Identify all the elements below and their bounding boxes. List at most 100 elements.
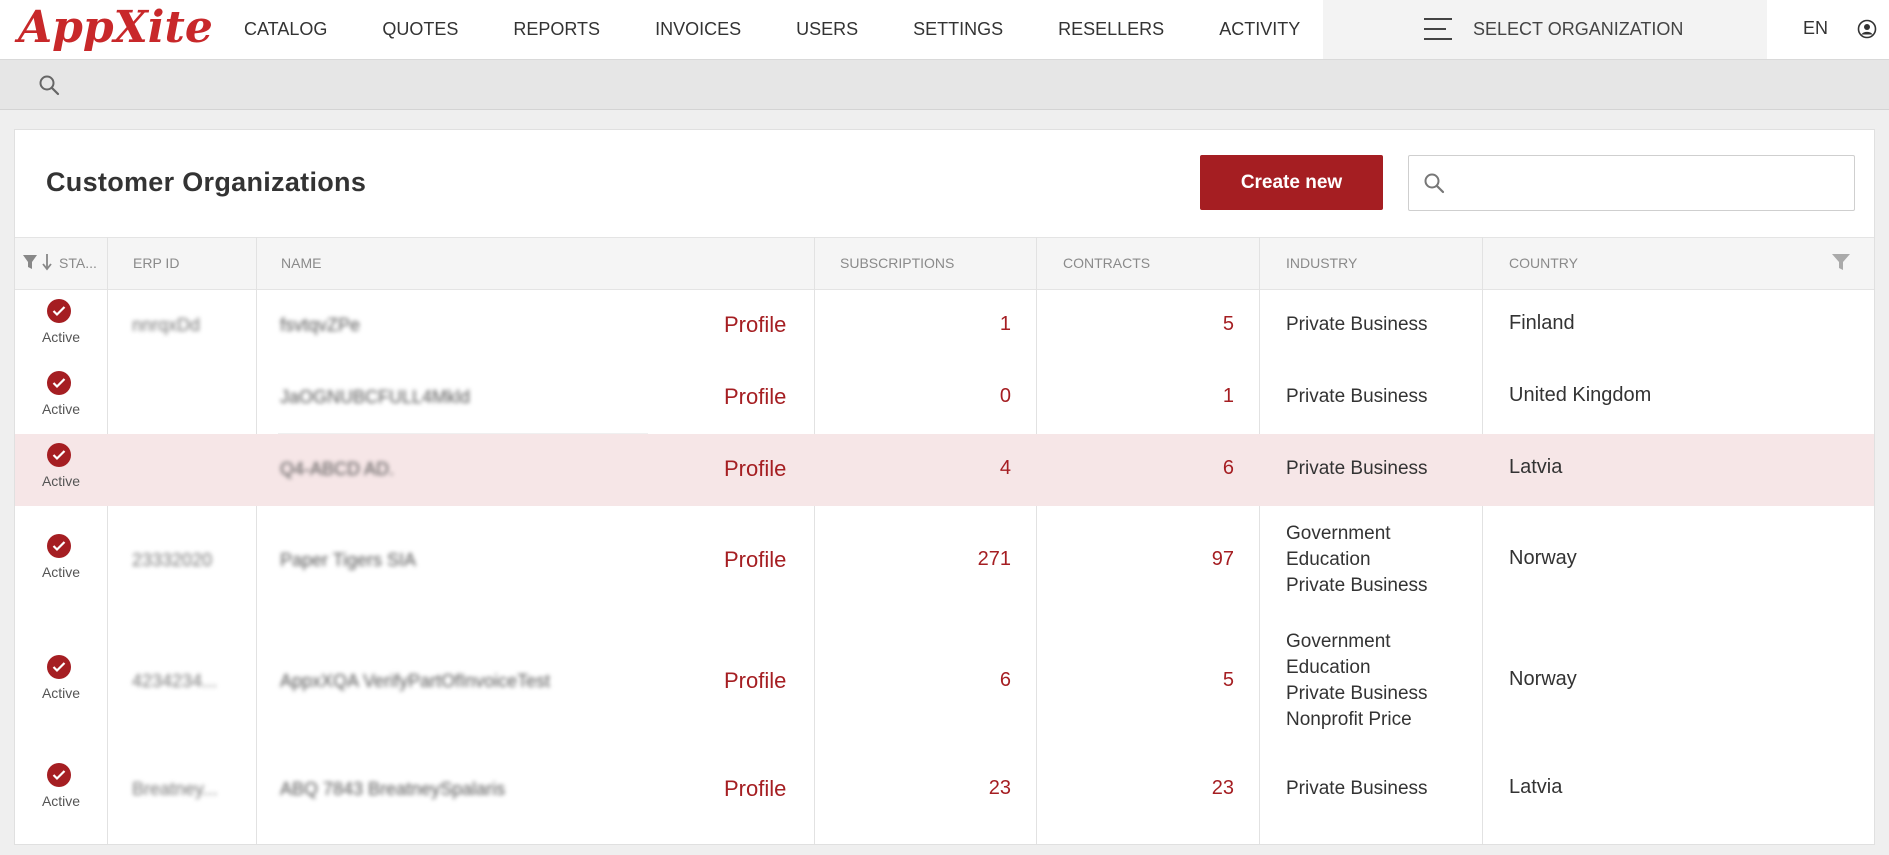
subscriptions-count-link[interactable]: 23 — [835, 777, 1011, 800]
organization-search-input[interactable] — [1457, 164, 1847, 202]
status-label: Active — [41, 685, 81, 701]
subscriptions-count-link[interactable]: 271 — [835, 548, 1011, 571]
table-row[interactable]: Active Breatney... ABQ 7843 BreatneySpal… — [15, 748, 1874, 820]
status-label: Active — [41, 401, 81, 417]
industry-cell: Government Education Private Business — [1286, 521, 1428, 599]
table-row[interactable]: Active 4234234... AppxXQA VerifyPartOfIn… — [15, 616, 1874, 748]
industry-value: Nonprofit Price — [1286, 709, 1412, 730]
status-label: Active — [41, 793, 81, 809]
status-active-icon — [47, 763, 71, 787]
industry-value: Government — [1286, 523, 1391, 544]
industry-value: Private Business — [1286, 683, 1428, 704]
status-active-icon — [47, 534, 71, 558]
industry-value: Education — [1286, 549, 1371, 570]
status-active-icon — [47, 371, 71, 395]
nav-item-activity[interactable]: ACTIVITY — [1219, 19, 1300, 40]
industry-value: Private Business — [1286, 386, 1428, 407]
country-cell: Latvia — [1509, 456, 1563, 478]
column-header-contracts[interactable]: CONTRACTS — [1063, 255, 1150, 271]
table-row[interactable]: Active 23332020 Paper Tigers SIA Profile… — [15, 506, 1874, 616]
filter-sort-icon[interactable] — [21, 251, 57, 273]
status-label: Active — [41, 329, 81, 345]
erp-id-cell: nnrqxDd — [132, 315, 201, 335]
industry-cell: Private Business — [1286, 384, 1428, 410]
column-header-erp-id[interactable]: ERP ID — [133, 255, 179, 271]
profile-link[interactable]: Profile — [724, 384, 786, 410]
profile-link[interactable]: Profile — [724, 312, 786, 338]
profile-link[interactable]: Profile — [724, 547, 786, 573]
column-header-country[interactable]: COUNTRY — [1509, 255, 1578, 271]
industry-value: Government — [1286, 631, 1391, 652]
select-organization-button[interactable]: SELECT ORGANIZATION — [1323, 0, 1767, 59]
user-account-icon[interactable] — [1857, 19, 1877, 39]
industry-value: Private Business — [1286, 575, 1428, 596]
status-label: Active — [41, 473, 81, 489]
organization-name-cell: Paper Tigers SIA — [280, 550, 417, 570]
nav-item-invoices[interactable]: INVOICES — [655, 19, 741, 40]
nav-item-reports[interactable]: REPORTS — [513, 19, 600, 40]
app-logo[interactable]: AppXite — [18, 2, 213, 54]
nav-item-resellers[interactable]: RESELLERS — [1058, 19, 1164, 40]
nav-item-catalog[interactable]: CATALOG — [244, 19, 327, 40]
column-filter-icon[interactable] — [1831, 252, 1851, 272]
column-header-name[interactable]: NAME — [281, 255, 321, 271]
main-nav: CATALOG QUOTES REPORTS INVOICES USERS SE… — [244, 0, 1355, 58]
industry-value: Private Business — [1286, 314, 1428, 335]
contracts-count-link[interactable]: 5 — [1055, 313, 1234, 336]
country-cell: United Kingdom — [1509, 384, 1652, 406]
organization-name-cell: ABQ 7843 BreatneySpalaris — [280, 779, 506, 799]
nav-item-settings[interactable]: SETTINGS — [913, 19, 1003, 40]
organization-name-cell: JaOGNUBCFULL4Mkld — [280, 387, 471, 407]
table-row-highlighted[interactable]: Active Q4-ABCD AD. Profile 4 6 Private B… — [15, 434, 1874, 506]
organization-name-cell: fsvtqvZPe — [280, 315, 361, 335]
table-row[interactable] — [15, 820, 1874, 844]
hamburger-menu-icon — [1424, 18, 1452, 40]
profile-link[interactable]: Profile — [724, 668, 786, 694]
contracts-count-link[interactable]: 6 — [1055, 457, 1234, 480]
select-organization-label: SELECT ORGANIZATION — [1473, 19, 1684, 39]
profile-link[interactable]: Profile — [724, 776, 786, 802]
industry-cell: Private Business — [1286, 312, 1428, 338]
nav-item-quotes[interactable]: QUOTES — [382, 19, 458, 40]
create-new-button[interactable]: Create new — [1200, 155, 1383, 210]
status-active-icon — [47, 299, 71, 323]
status-label: Active — [41, 564, 81, 580]
table-header: STA... ERP ID NAME SUBSCRIPTIONS CONTRAC… — [15, 237, 1874, 290]
column-header-status[interactable]: STA... — [59, 255, 97, 271]
country-cell: Latvia — [1509, 776, 1563, 798]
subscriptions-count-link[interactable]: 0 — [835, 385, 1011, 408]
subscriptions-count-link[interactable]: 1 — [835, 313, 1011, 336]
profile-link[interactable]: Profile — [724, 456, 786, 482]
page-title: Customer Organizations — [46, 167, 367, 197]
contracts-count-link[interactable]: 23 — [1055, 777, 1234, 800]
contracts-count-link[interactable]: 97 — [1055, 548, 1234, 571]
industry-value: Private Business — [1286, 778, 1428, 799]
country-cell: Finland — [1509, 312, 1575, 334]
organization-name-cell: AppxXQA VerifyPartOfInvoiceTest — [280, 671, 551, 691]
subscriptions-count-link[interactable]: 4 — [835, 457, 1011, 480]
industry-value: Private Business — [1286, 458, 1428, 479]
industry-value: Education — [1286, 657, 1371, 678]
language-selector[interactable]: EN — [1803, 18, 1828, 39]
industry-cell: Private Business — [1286, 776, 1428, 802]
status-active-icon — [47, 443, 71, 467]
column-header-subscriptions[interactable]: SUBSCRIPTIONS — [840, 255, 954, 271]
subscriptions-count-link[interactable]: 6 — [835, 669, 1011, 692]
table-row[interactable]: Active nnrqxDd fsvtqvZPe Profile 1 5 Pri… — [15, 290, 1874, 362]
nav-item-users[interactable]: USERS — [796, 19, 858, 40]
contracts-count-link[interactable]: 5 — [1055, 669, 1234, 692]
country-cell: Norway — [1509, 547, 1577, 569]
search-icon — [1424, 173, 1445, 194]
industry-cell: Government Education Private Business No… — [1286, 629, 1428, 733]
organization-search-box[interactable] — [1408, 155, 1855, 211]
status-active-icon — [47, 655, 71, 679]
contracts-count-link[interactable]: 1 — [1055, 385, 1234, 408]
erp-id-cell: Breatney... — [132, 779, 218, 799]
column-header-industry[interactable]: INDUSTRY — [1286, 255, 1357, 271]
erp-id-cell: 23332020 — [132, 550, 213, 570]
table-row[interactable]: Active JaOGNUBCFULL4Mkld Profile 0 1 Pri… — [15, 362, 1874, 434]
organization-name-cell: Q4-ABCD AD. — [280, 459, 395, 479]
global-search-bar[interactable] — [0, 60, 1889, 110]
search-icon[interactable] — [38, 74, 60, 96]
country-cell: Norway — [1509, 668, 1577, 690]
